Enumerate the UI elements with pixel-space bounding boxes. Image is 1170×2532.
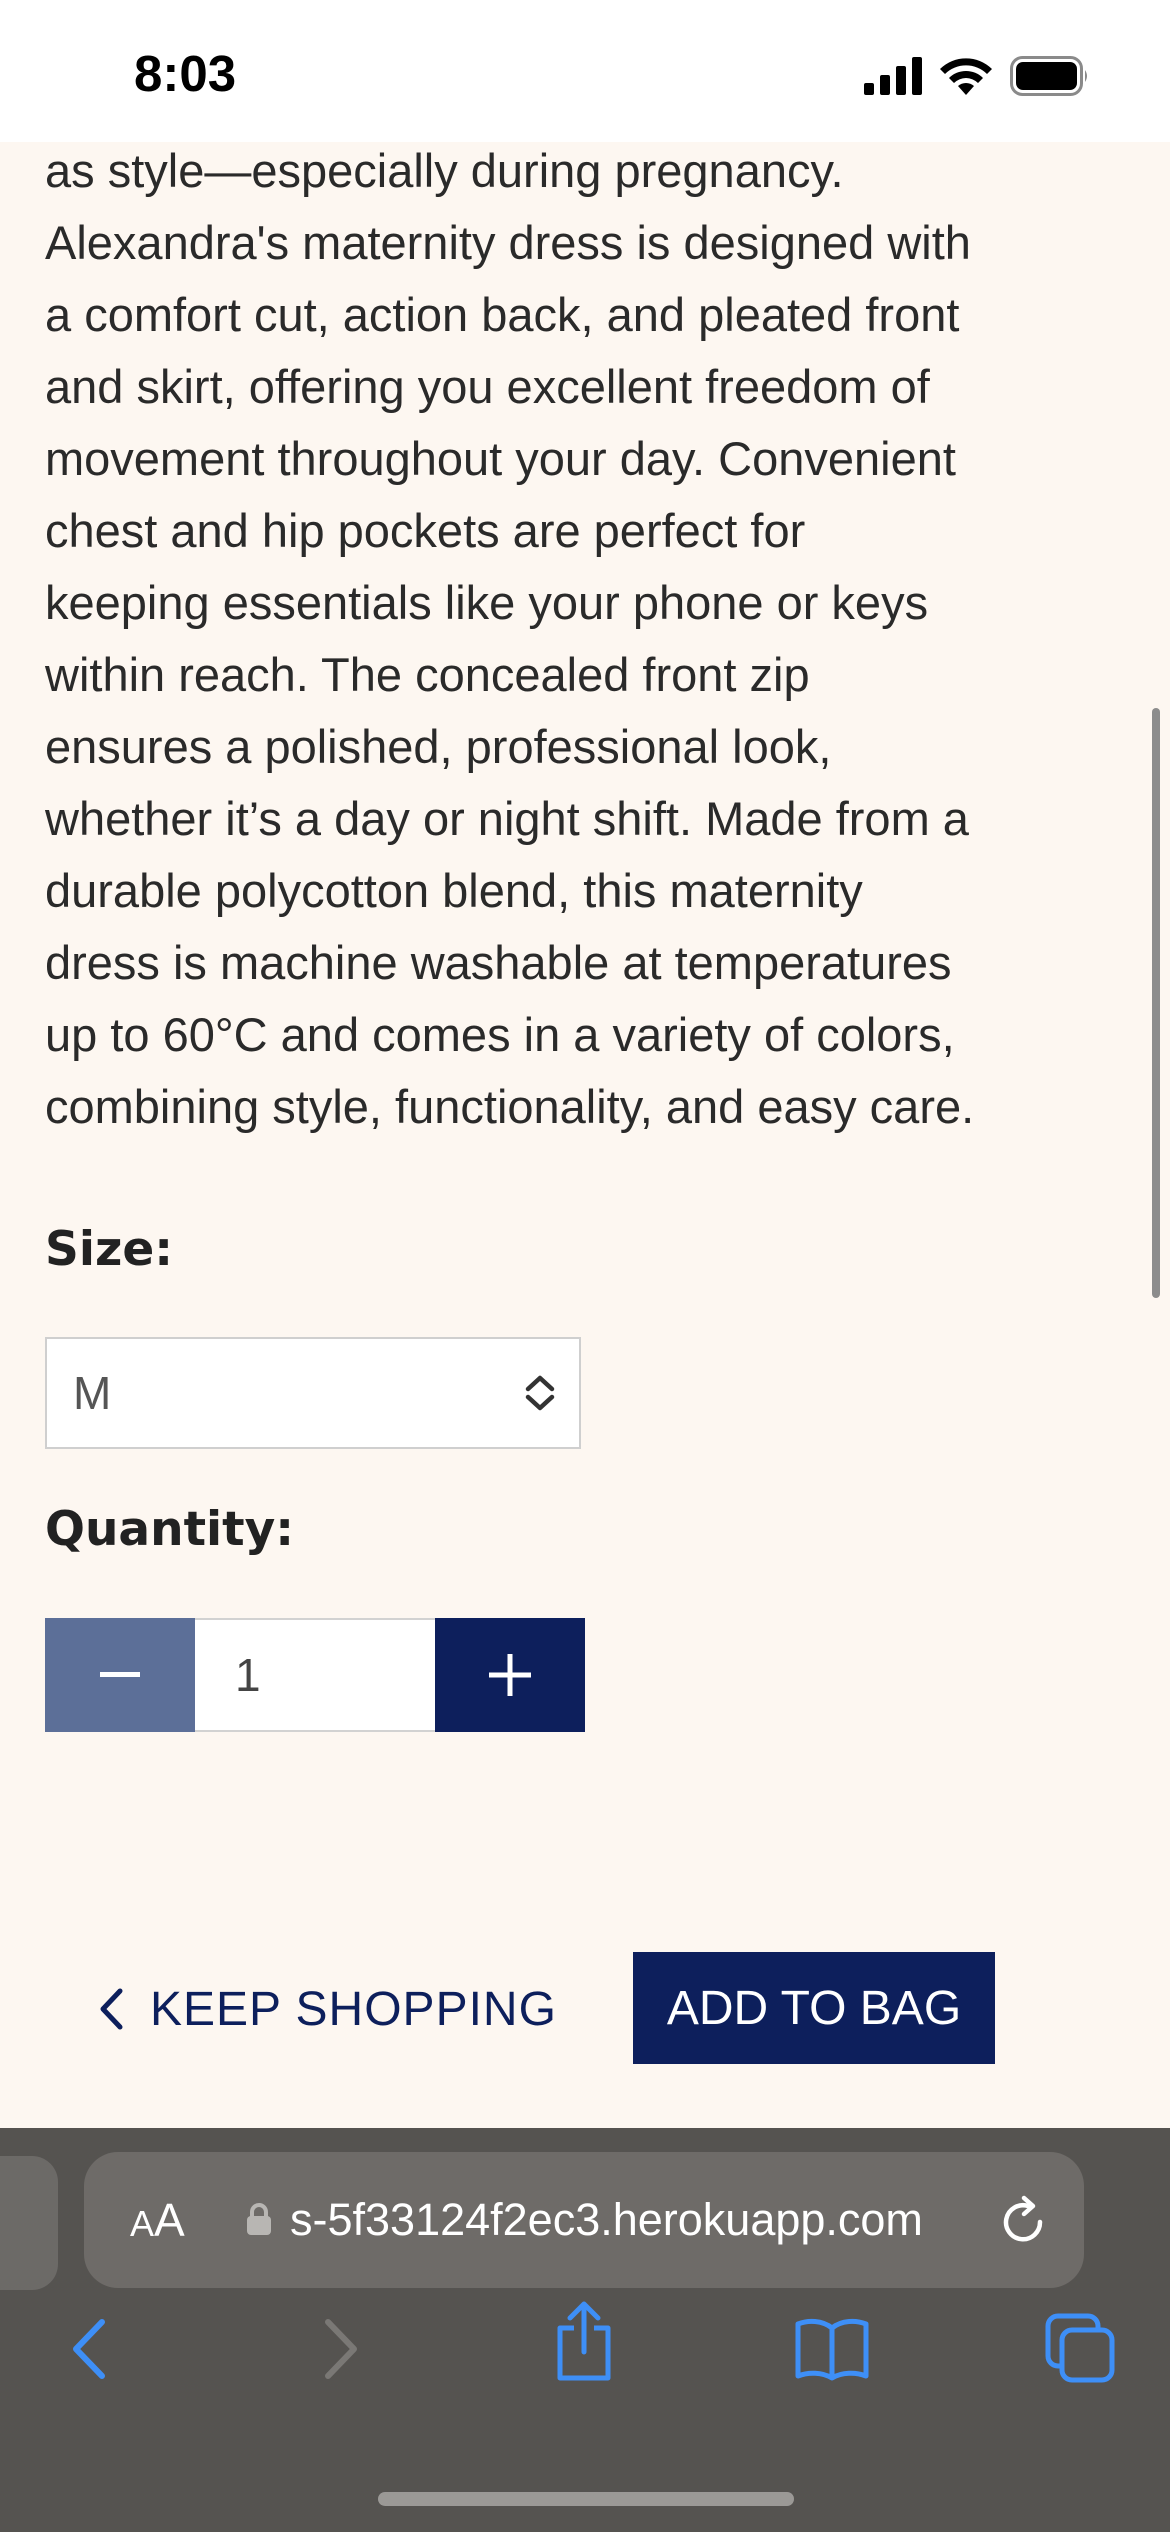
aa-big: A [154,2194,185,2246]
status-time: 8:03 [134,45,237,102]
tabs-icon[interactable] [1044,2312,1116,2384]
quantity-label: Quantity: [45,1502,295,1557]
address-bar[interactable]: AA s-5f33124f2ec3.herokuapp.com [84,2152,1084,2288]
description-line: as style—especially during pregnancy. [45,144,844,197]
description-line: combining style, functionality, and easy… [45,1080,975,1133]
url-text: s-5f33124f2ec3.herokuapp.com [290,2194,923,2245]
reload-icon[interactable] [998,2192,1048,2246]
battery-icon [1010,56,1087,96]
aa-small: A [130,2203,155,2244]
reader-options-button[interactable]: AA [130,2193,185,2247]
description-line: chest and hip pockets are perfect for [45,504,806,557]
previous-tab-peek[interactable] [0,2156,58,2290]
cellular-signal-icon [864,57,922,95]
add-to-bag-label: ADD TO BAG [666,1981,962,2035]
page-scrollbar[interactable] [1152,708,1160,1298]
browser-bottom-bar: AA s-5f33124f2ec3.herokuapp.com [0,2128,1170,2532]
quantity-value: 1 [235,1649,261,1701]
lock-icon [247,2203,271,2235]
chevron-left-icon [100,1988,123,2030]
description-line: up to 60°C and comes in a variety of col… [45,1008,955,1061]
description-line: dress is machine washable at temperature… [45,936,952,989]
quantity-stepper: 1 [45,1618,585,1732]
minus-icon [100,1672,140,1677]
keep-shopping-label: KEEP SHOPPING [150,1982,557,2036]
description-line: and skirt, offering you excellent freedo… [45,360,930,413]
product-description: as style—especially during pregnancy. Al… [45,135,1135,1143]
description-line: durable polycotton blend, this maternity [45,864,863,917]
quantity-input[interactable]: 1 [195,1618,435,1732]
add-to-bag-button[interactable]: ADD TO BAG [633,1952,995,2064]
size-label: Size: [45,1222,173,1277]
status-icons [864,54,1090,98]
wifi-icon [940,58,992,95]
description-line: Alexandra's maternity dress is designed … [45,216,971,269]
size-selected-value: M [73,1367,112,1419]
book-icon[interactable] [794,2316,870,2382]
share-icon[interactable] [552,2300,616,2384]
description-line: ensures a polished, professional look, [45,720,832,773]
quantity-increase-button[interactable] [435,1618,585,1732]
back-arrow-icon[interactable] [66,2314,110,2384]
keep-shopping-link[interactable]: KEEP SHOPPING [98,1952,557,2066]
description-line: keeping essentials like your phone or ke… [45,576,929,629]
size-select[interactable]: M [45,1337,581,1449]
home-indicator[interactable] [378,2492,794,2506]
description-line: within reach. The concealed front zip [45,648,810,701]
description-line: movement throughout your day. Convenient [45,432,956,485]
forward-arrow-icon[interactable] [320,2314,364,2384]
browser-toolbar [0,2301,1170,2424]
quantity-decrease-button[interactable] [45,1618,195,1732]
description-line: whether it’s a day or night shift. Made … [45,792,969,845]
plus-icon [489,1654,531,1696]
up-down-chevron-icon [525,1375,555,1411]
description-line: a comfort cut, action back, and pleated … [45,288,960,341]
status-bar: 8:03 [0,0,1170,142]
